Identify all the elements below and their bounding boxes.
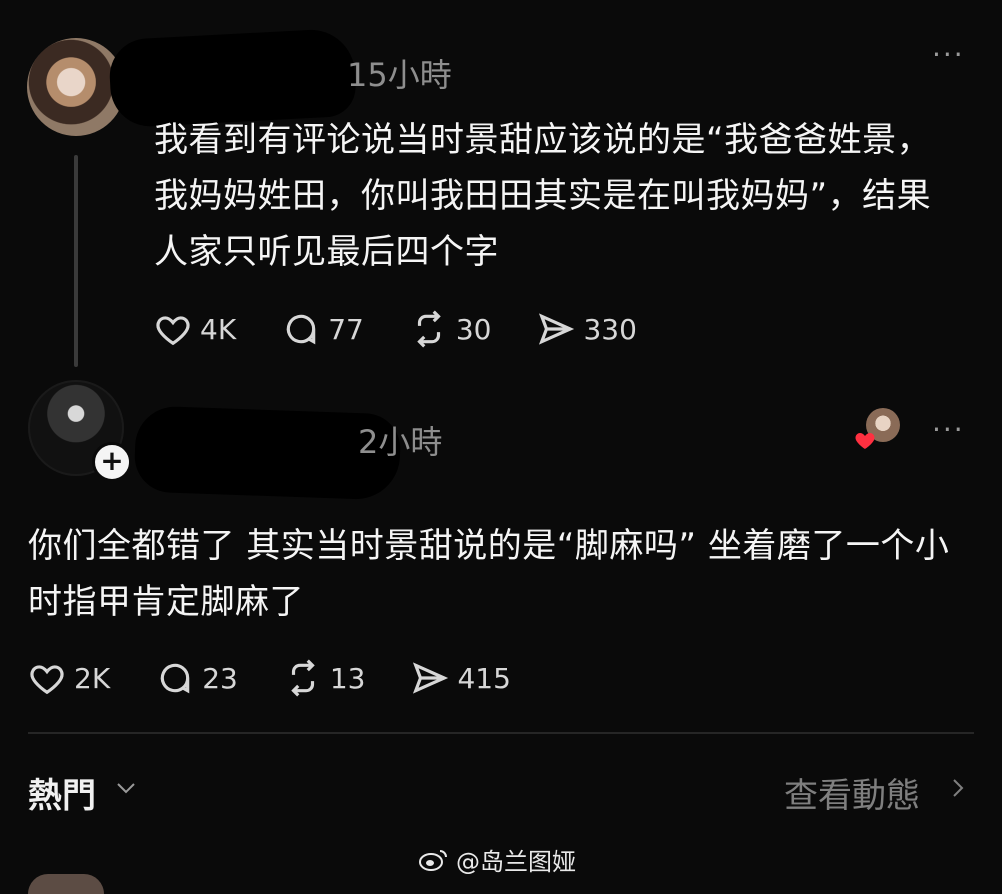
post2-text: 你们全都错了 其实当时景甜说的是“脚麻吗” 坐着磨了一个小时指甲肯定脚麻了 (28, 526, 950, 622)
comment-icon (161, 663, 190, 694)
heart-icon (30, 665, 64, 695)
like-count: 2K (74, 661, 111, 695)
comment-icon (287, 314, 316, 345)
share-button[interactable]: 415 (411, 659, 511, 697)
post1-more-button[interactable]: ··· (932, 38, 965, 71)
view-activity-link[interactable]: 查看動態 (784, 768, 920, 817)
like-button[interactable]: 4K (154, 310, 236, 348)
thread-line (74, 155, 78, 367)
liked-heart-icon (855, 433, 875, 449)
comment-count: 77 (328, 312, 364, 346)
share-button[interactable]: 330 (537, 310, 637, 348)
post2-time: 2小時 (358, 423, 443, 461)
weibo-watermark: @岛兰图娅 (418, 842, 576, 877)
post1-text: 我看到有评论说当时景甜应该说的是“我爸爸姓景，我妈妈姓田，你叫我田田其实是在叫我… (154, 120, 932, 272)
divider (28, 732, 974, 734)
like-button[interactable]: 2K (28, 659, 110, 697)
send-icon (539, 313, 575, 345)
weibo-logo-icon (419, 849, 447, 871)
watermark-text: @岛兰图娅 (456, 848, 576, 876)
post2-more-button[interactable]: ··· (932, 413, 965, 446)
post2-actions: 2K 23 13 415 (28, 658, 557, 698)
next-post-avatar (28, 874, 104, 894)
heart-icon (156, 316, 190, 346)
like-count: 4K (200, 312, 237, 346)
comment-count: 23 (202, 661, 238, 695)
comment-button[interactable]: 77 (282, 310, 364, 348)
repost-count: 13 (329, 661, 366, 695)
repost-button[interactable]: 30 (410, 310, 492, 348)
send-icon (413, 662, 449, 694)
repost-icon (417, 310, 441, 348)
share-count: 415 (457, 661, 511, 695)
post1-actions: 4K 77 30 330 (154, 309, 683, 349)
follow-plus-icon[interactable]: + (92, 442, 132, 482)
comment-button[interactable]: 23 (156, 659, 238, 697)
post1-time: 15小時 (347, 56, 452, 94)
repost-icon (291, 659, 315, 697)
repost-button[interactable]: 13 (284, 659, 366, 697)
chevron-down-icon[interactable] (114, 776, 138, 800)
hot-sort-label[interactable]: 熱門 (28, 768, 96, 817)
chevron-right-icon[interactable] (946, 775, 970, 801)
share-count: 330 (583, 312, 637, 346)
repost-count: 30 (455, 312, 492, 346)
